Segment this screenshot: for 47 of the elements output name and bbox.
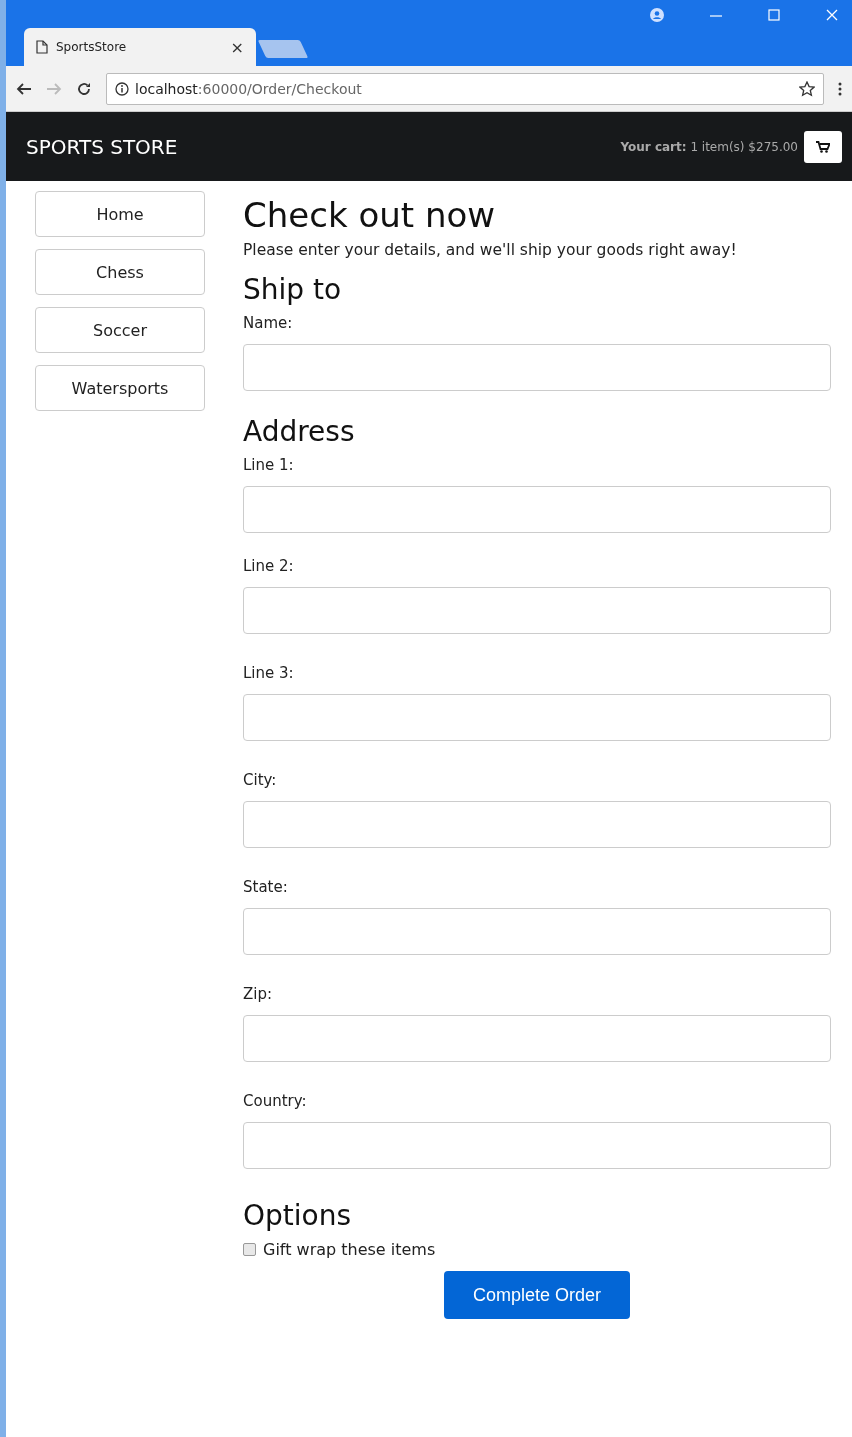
page-icon xyxy=(36,40,48,54)
field-label: Zip: xyxy=(243,985,274,1003)
section-heading: Ship to xyxy=(243,273,343,306)
close-icon[interactable] xyxy=(826,9,838,21)
address-field[interactable]: localhost:60000/Order/Checkout xyxy=(106,72,824,105)
browser-tab[interactable]: SportsStore × xyxy=(24,28,256,66)
field-label: City: xyxy=(243,771,278,789)
input-field[interactable] xyxy=(243,908,831,955)
input-field[interactable] xyxy=(243,344,831,391)
back-arrow-icon[interactable] xyxy=(16,81,32,96)
category-button[interactable]: Chess xyxy=(35,249,205,295)
field-label: Line 3: xyxy=(243,664,295,682)
reload-icon[interactable] xyxy=(76,80,92,97)
section-heading: Options xyxy=(243,1199,353,1232)
cart-icon xyxy=(816,140,830,153)
field-label: Name: xyxy=(243,314,294,332)
section-heading: Address xyxy=(243,415,356,448)
input-field[interactable] xyxy=(243,1015,831,1062)
field-label: State: xyxy=(243,878,289,896)
category-button[interactable]: Soccer xyxy=(35,307,205,353)
field-label: Line 2: xyxy=(243,557,295,575)
maximize-icon[interactable] xyxy=(768,9,780,21)
page-title: Check out now xyxy=(243,195,497,235)
checkbox-label: Gift wrap these items xyxy=(263,1240,436,1259)
checkbox[interactable] xyxy=(243,1243,256,1256)
brand-title[interactable]: SPORTS STORE xyxy=(26,134,621,159)
new-tab-button[interactable] xyxy=(257,40,309,58)
input-field[interactable] xyxy=(243,801,831,848)
input-field[interactable] xyxy=(243,1122,831,1169)
cart-summary: Your cart: 1 item(s) $275.00 xyxy=(620,139,798,154)
complete-order-button[interactable]: Complete Order xyxy=(444,1271,630,1319)
menu-icon[interactable] xyxy=(838,80,842,97)
account-icon[interactable] xyxy=(650,8,664,22)
input-field[interactable] xyxy=(243,694,831,741)
input-field[interactable] xyxy=(243,486,831,533)
category-button[interactable]: Home xyxy=(35,191,205,237)
cart-button[interactable] xyxy=(804,130,842,163)
tab-title: SportsStore xyxy=(56,40,128,54)
category-button[interactable]: Watersports xyxy=(35,365,205,411)
info-icon xyxy=(115,81,129,96)
intro-text: Please enter your details, and we'll ship your goods right away! xyxy=(243,241,738,259)
tab-close-button[interactable]: × xyxy=(230,37,244,57)
forward-arrow-icon[interactable] xyxy=(46,81,62,96)
field-label: Line 1: xyxy=(243,456,295,474)
field-label: Country: xyxy=(243,1092,308,1110)
input-field[interactable] xyxy=(243,587,831,634)
star-icon[interactable] xyxy=(799,80,815,97)
